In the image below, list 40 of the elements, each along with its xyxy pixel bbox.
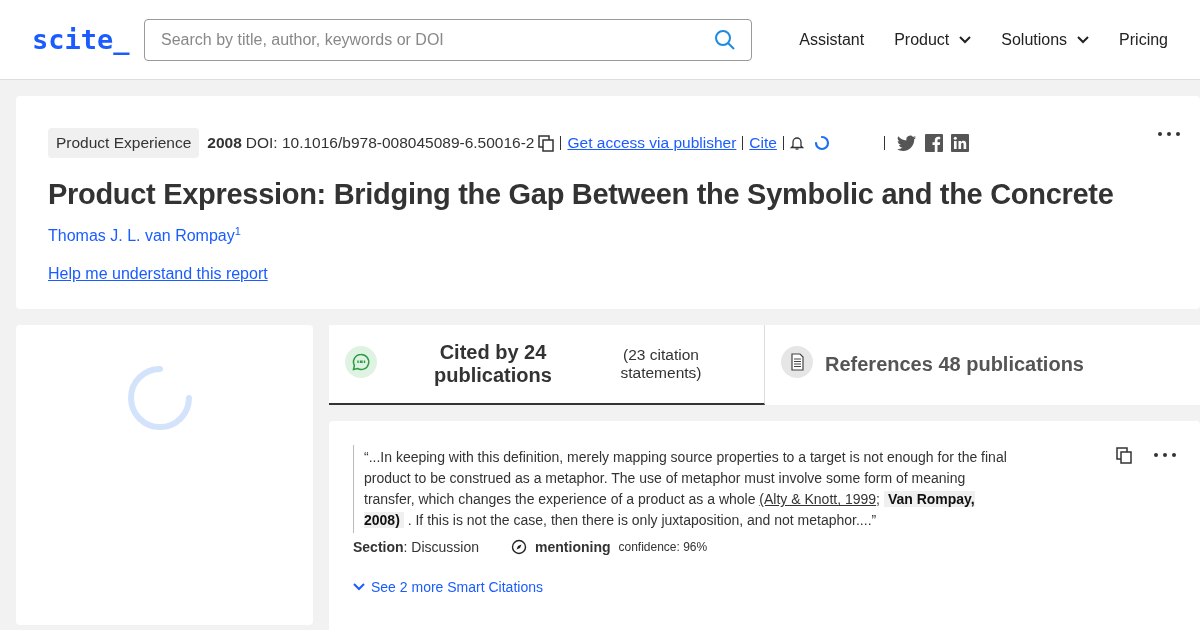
author-link[interactable]: Thomas J. L. van Rompay <box>48 227 235 245</box>
tab-subtitle: (23 citation statements) <box>619 346 703 383</box>
affiliation-mark: 1 <box>234 225 241 237</box>
compass-icon <box>511 539 528 556</box>
bell-icon[interactable] <box>789 135 804 151</box>
nav-item[interactable]: Assistant <box>799 30 865 49</box>
tab[interactable]: References 48 publications <box>765 325 1100 406</box>
more-icon[interactable] <box>1154 453 1176 458</box>
document-icon <box>781 346 813 379</box>
topic-tag[interactable]: Product Experience <box>48 128 200 158</box>
confidence-label: confidence: 96% <box>618 540 708 555</box>
nav-item[interactable]: Solutions <box>1001 30 1090 49</box>
chevron-icon <box>959 35 972 44</box>
speech-bubble-icon <box>345 346 377 379</box>
loading-spinner <box>813 135 830 151</box>
logo[interactable]: scite_ <box>32 24 144 55</box>
more-citations-link[interactable]: See 2 more Smart Citations <box>353 579 543 596</box>
section-label: Section: Discussion <box>353 539 480 556</box>
search-field[interactable]: Search by title, author, keywords or DOI <box>144 18 752 61</box>
link[interactable]: Get access via publisher <box>567 134 737 152</box>
copy-icon[interactable] <box>538 134 555 152</box>
more-icon[interactable] <box>1158 132 1180 136</box>
linkedin-icon[interactable] <box>950 134 969 152</box>
bird-icon[interactable] <box>896 134 917 152</box>
chevron-icon <box>353 583 365 592</box>
citation-quote: “...In keeping with this definition, merely mapping source properties to a target is not enough for the final product to be construed as a metaphor. The use of metaphor must involve some form of meaning transfer, which changes the experience of a product as a whole (Alty & Knott, 1999; Van Rompay, 2008) . If this is not the case, then there is only juxtaposition, and not metaphor....” <box>353 445 1014 534</box>
copy-icon[interactable] <box>1116 446 1132 464</box>
doi-label: DOI: 10.1016/b978-008045089-6.50016-2 <box>245 134 535 152</box>
nav-item[interactable]: Product <box>894 30 972 49</box>
nav-item[interactable]: Pricing <box>1119 30 1168 49</box>
link[interactable]: Cite <box>749 134 777 152</box>
facebook-icon[interactable] <box>924 134 943 152</box>
search-icon[interactable] <box>714 28 736 51</box>
tab[interactable]: Cited by 24 publications (23 citation statements) <box>329 325 765 406</box>
help-link[interactable]: Help me understand this report <box>48 265 268 283</box>
loading-spinner <box>126 365 193 432</box>
chevron-icon <box>1077 35 1090 44</box>
paper-title: Product Expression: Bridging the Gap Between the Symbolic and the Concrete <box>48 178 1115 211</box>
classification-label: mentioning <box>535 539 611 556</box>
year-label: 2008 <box>207 134 242 152</box>
